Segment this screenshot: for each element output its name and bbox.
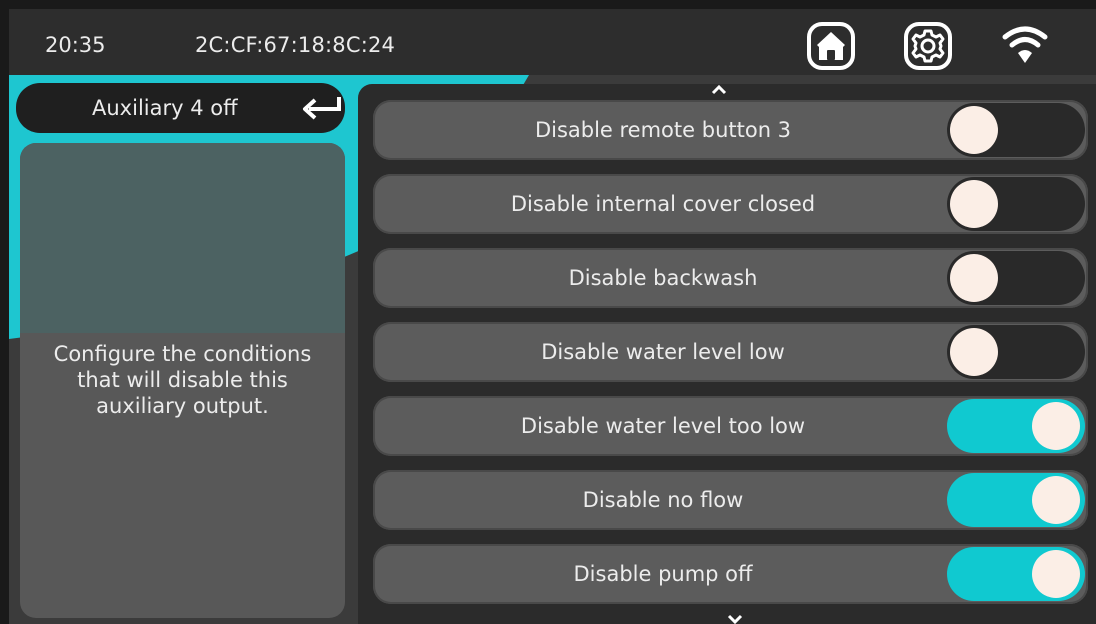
wifi-icon xyxy=(1002,26,1048,63)
toggle-knob xyxy=(950,106,998,154)
toggle-knob xyxy=(1032,550,1080,598)
setting-row-internal-cover-closed[interactable]: Disable internal cover closed xyxy=(373,174,1088,234)
info-card-highlight xyxy=(20,143,345,333)
toggle-switch[interactable] xyxy=(947,473,1085,527)
return-arrow-icon[interactable] xyxy=(301,95,345,121)
toggle-switch[interactable] xyxy=(947,251,1085,305)
setting-label: Disable remote button 3 xyxy=(534,118,792,142)
description-line: auxiliary output. xyxy=(96,394,269,418)
setting-row-water-level-low[interactable]: Disable water level low xyxy=(373,322,1088,382)
toggle-knob xyxy=(1032,476,1080,524)
setting-label: Disable water level low xyxy=(541,340,785,364)
page-title: Auxiliary 4 off xyxy=(92,96,238,120)
setting-label: Disable water level too low xyxy=(520,414,806,438)
description-line: that will disable this xyxy=(77,368,288,392)
toggle-switch[interactable] xyxy=(947,325,1085,379)
toggle-switch[interactable] xyxy=(947,399,1085,453)
description: Configure the conditions that will disab… xyxy=(20,341,345,419)
setting-row-pump-off[interactable]: Disable pump off xyxy=(373,544,1088,604)
clock: 20:35 xyxy=(45,33,106,57)
home-icon[interactable] xyxy=(806,21,856,71)
mac-address: 2C:CF:67:18:8C:24 xyxy=(195,33,396,57)
toggle-knob xyxy=(1032,402,1080,450)
toggle-knob xyxy=(950,180,998,228)
setting-row-water-level-too-low[interactable]: Disable water level too low xyxy=(373,396,1088,456)
toggle-switch[interactable] xyxy=(947,103,1085,157)
toggle-switch[interactable] xyxy=(947,547,1085,601)
setting-label: Disable pump off xyxy=(573,562,753,586)
setting-row-no-flow[interactable]: Disable no flow xyxy=(373,470,1088,530)
chevron-up-icon[interactable] xyxy=(709,83,729,95)
setting-row-remote-button-3[interactable]: Disable remote button 3 xyxy=(373,100,1088,160)
status-bar: 20:35 2C:CF:67:18:8C:24 xyxy=(9,9,1096,75)
setting-label: Disable internal cover closed xyxy=(510,192,816,216)
toggle-knob xyxy=(950,328,998,376)
setting-label: Disable backwash xyxy=(568,266,758,290)
description-line: Configure the conditions xyxy=(53,342,312,366)
screen: 20:35 2C:CF:67:18:8C:24 Auxiliary 4 off xyxy=(9,9,1096,624)
page-title-bar[interactable]: Auxiliary 4 off xyxy=(16,83,345,133)
chevron-down-icon[interactable] xyxy=(725,614,745,624)
toggle-switch[interactable] xyxy=(947,177,1085,231)
setting-label: Disable no flow xyxy=(582,488,744,512)
gear-icon[interactable] xyxy=(903,21,953,71)
setting-row-backwash[interactable]: Disable backwash xyxy=(373,248,1088,308)
toggle-knob xyxy=(950,254,998,302)
